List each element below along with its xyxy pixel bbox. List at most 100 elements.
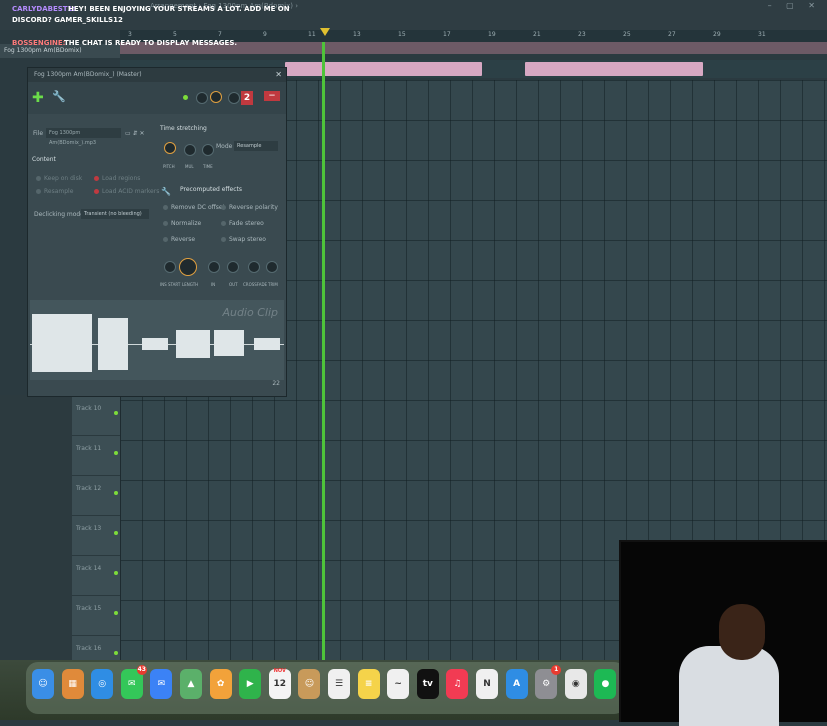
- channel-window-titlebar[interactable]: Fog 1300pm Am(BDomix_) (Master) ✕: [28, 68, 286, 82]
- track-mute-led[interactable]: [114, 411, 118, 415]
- notes-glyph: ≡: [364, 679, 373, 689]
- messages-glyph: ✉: [128, 679, 136, 689]
- zoom-label: 22: [272, 380, 280, 387]
- audio-clip[interactable]: [525, 62, 703, 76]
- wrench-icon[interactable]: 🔧: [52, 90, 66, 103]
- safari-icon[interactable]: ◎: [91, 669, 114, 699]
- normalize-checkbox[interactable]: [163, 221, 168, 226]
- spotify-icon[interactable]: ●: [594, 669, 617, 699]
- music-icon[interactable]: ♫: [446, 669, 469, 699]
- notification-badge: 1: [551, 665, 562, 675]
- load-acid-checkbox[interactable]: [94, 189, 99, 194]
- news-icon[interactable]: N: [476, 669, 498, 699]
- crossfade-knob[interactable]: [248, 261, 260, 273]
- track-row[interactable]: Track 12: [72, 475, 120, 516]
- track-mute-led[interactable]: [114, 611, 118, 615]
- channel-on-led[interactable]: [183, 95, 188, 100]
- finder-icon[interactable]: ☺: [32, 669, 54, 699]
- length-knob[interactable]: [179, 258, 197, 276]
- volume-knob[interactable]: [210, 91, 222, 103]
- ruler-number: 23: [578, 31, 586, 38]
- track-mute-led[interactable]: [114, 531, 118, 535]
- remove-dc-checkbox[interactable]: [163, 205, 168, 210]
- stretch-mul-knob[interactable]: [184, 144, 196, 156]
- keep-on-disk-checkbox[interactable]: [36, 176, 41, 181]
- trim-knob[interactable]: [266, 261, 278, 273]
- waveform-display[interactable]: Audio Clip: [30, 300, 284, 380]
- fade-stereo-checkbox[interactable]: [221, 221, 226, 226]
- pitch-knob[interactable]: [228, 92, 240, 104]
- pitch-range-value[interactable]: 2: [241, 91, 253, 105]
- pan-knob[interactable]: [196, 92, 208, 104]
- track-mute-led[interactable]: [114, 571, 118, 575]
- appstore-icon[interactable]: A: [505, 669, 528, 699]
- channel-title: Fog 1300pm Am(BDomix_) (Master): [34, 71, 142, 78]
- precomputed-heading: Precomputed effects: [180, 186, 243, 193]
- track-mute-led[interactable]: [114, 651, 118, 655]
- out-knob[interactable]: [227, 261, 239, 273]
- track-row[interactable]: Track 14: [72, 555, 120, 596]
- freeform-icon[interactable]: ~: [387, 669, 410, 699]
- fx-knob-label: INS START: [160, 282, 181, 287]
- waveform-segment: [142, 338, 168, 350]
- track-list: Track 10 Track 11 Track 12 Track 13 Track 14…: [72, 395, 121, 676]
- chrome-icon[interactable]: ◉: [564, 669, 587, 699]
- settings-glyph: ⚙: [542, 679, 551, 689]
- settings-icon[interactable]: ⚙ 1: [535, 665, 562, 699]
- chat-username: CARLYDABEST1:: [12, 5, 76, 13]
- plus-icon[interactable]: ✚: [32, 90, 44, 106]
- facetime-icon[interactable]: ▶: [239, 669, 262, 699]
- declicking-dropdown[interactable]: Transient (no bleeding): [81, 209, 149, 219]
- contacts-icon[interactable]: ☺: [298, 669, 321, 699]
- mode-label: Mode: [216, 143, 233, 150]
- stretch-time-knob[interactable]: [202, 144, 214, 156]
- playhead-line[interactable]: [322, 42, 325, 660]
- browser-panel: [0, 395, 72, 660]
- mixer-track-button[interactable]: —: [264, 91, 280, 101]
- track-name: Track 15: [76, 605, 102, 612]
- track-mute-led[interactable]: [114, 451, 118, 455]
- track-row[interactable]: Track 10: [72, 395, 120, 436]
- file-field[interactable]: Fog 1300pm Am(BDomix_).mp3: [46, 128, 121, 146]
- reminders-glyph: ☰: [334, 679, 344, 689]
- resample-checkbox[interactable]: [36, 189, 41, 194]
- swap-stereo-checkbox[interactable]: [221, 237, 226, 242]
- ins-start-knob[interactable]: [164, 261, 176, 273]
- mode-dropdown[interactable]: Resample: [234, 141, 278, 151]
- messages-icon[interactable]: ✉ 43: [120, 665, 147, 699]
- track-name: Track 11: [76, 445, 102, 452]
- audio-clip[interactable]: [285, 62, 482, 76]
- channel-toolbar: ✚ 🔧 2 —: [28, 82, 286, 114]
- fx-knob-label: OUT: [229, 282, 238, 287]
- finder-glyph: ☺: [38, 679, 48, 689]
- track-name: Track 14: [76, 565, 102, 572]
- calendar-icon[interactable]: 12 NOV: [268, 668, 291, 699]
- photos-icon[interactable]: ✿: [209, 669, 232, 699]
- maps-icon[interactable]: ▲: [180, 669, 202, 699]
- reverse-checkbox[interactable]: [163, 237, 168, 242]
- reminders-icon[interactable]: ☰: [328, 669, 350, 699]
- track-row[interactable]: Track 15: [72, 595, 120, 636]
- notes-icon[interactable]: ≡: [357, 669, 380, 699]
- folder-icon[interactable]: ▭ ⇵ ✕: [125, 130, 145, 137]
- in-knob[interactable]: [208, 261, 220, 273]
- music-glyph: ♫: [453, 679, 462, 689]
- wrench-icon[interactable]: 🔧: [161, 187, 171, 196]
- track-mute-led[interactable]: [114, 491, 118, 495]
- normalize-label: Normalize: [171, 220, 202, 227]
- track-row[interactable]: Track 13: [72, 515, 120, 556]
- ruler-number: 21: [533, 31, 541, 38]
- ruler-number: 31: [758, 31, 766, 38]
- track-row[interactable]: Track 11: [72, 435, 120, 476]
- tv-icon[interactable]: tv: [416, 669, 439, 699]
- track-name: Track 13: [76, 525, 102, 532]
- photos-glyph: ✿: [216, 679, 225, 689]
- stretch-pitch-knob[interactable]: [164, 142, 176, 154]
- load-regions-checkbox[interactable]: [94, 176, 99, 181]
- reverse-polarity-checkbox[interactable]: [221, 205, 226, 210]
- launchpad-icon[interactable]: ▦: [61, 669, 84, 699]
- calendar-month: NOV: [273, 668, 286, 674]
- close-icon[interactable]: ✕: [275, 68, 282, 82]
- window-controls[interactable]: – ▢ ✕: [768, 1, 821, 10]
- mail-icon[interactable]: ✉: [150, 669, 173, 699]
